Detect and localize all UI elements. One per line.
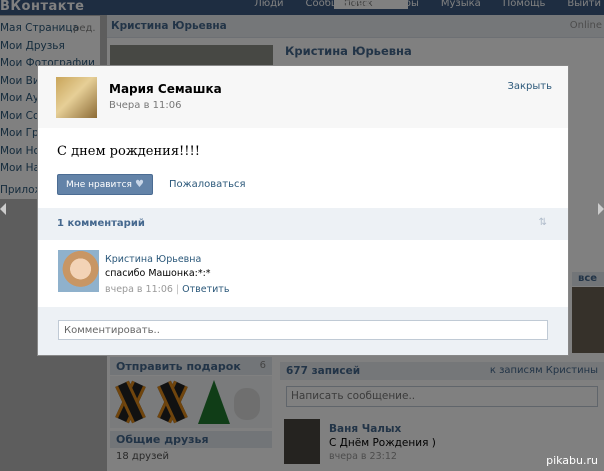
next-arrow-icon[interactable] [598,203,604,215]
author-avatar[interactable] [56,77,97,118]
friends-title[interactable]: Общие друзья [116,433,209,446]
comment-time[interactable]: вчера в 11:06 [105,284,173,295]
like-button[interactable]: Мне нравится ♥ [57,174,153,195]
report-link[interactable]: Пожаловаться [169,179,246,190]
side-photos-header: все [572,272,604,286]
topnav-logout[interactable]: Выйти [564,0,604,9]
comment-meta: вчера в 11:06 | Ответить [105,284,229,295]
wall-message-input[interactable]: Написать сообщение.. [286,386,598,407]
profile-name: Кристина Юрьевна [285,44,412,58]
online-status: Online [569,20,602,31]
comment-author[interactable]: Кристина Юрьевна [105,254,201,265]
comments-count: 1 комментарий [57,218,145,229]
post-modal: Мария Семашка Вчера в 11:06 Закрыть С дн… [38,66,568,355]
heart-icon: ♥ [134,179,144,190]
topnav-people[interactable]: Люди [251,0,286,9]
close-button[interactable]: Закрыть [507,81,552,92]
topnav-music[interactable]: Музыка [438,0,484,9]
leftnav-item-page[interactable]: Мая Страница ред. [0,20,100,38]
separator: | [175,284,180,295]
reply-link[interactable]: Ответить [182,284,229,295]
comment-input[interactable]: Комментировать.. [58,320,548,340]
gift-tree[interactable] [198,380,230,424]
gift-ribbon-2[interactable] [154,380,188,424]
side-photo[interactable] [572,287,604,353]
gift-puppy[interactable] [234,388,260,420]
edit-link[interactable]: ред. [73,20,96,38]
post-time[interactable]: вчера в 23:12 [329,451,397,462]
post-date: Вчера в 11:06 [109,100,182,111]
watermark: pikabu.ru [546,454,598,467]
gifts-header: Отправить подарок 6 [110,357,272,375]
topnav-help[interactable]: Помощь [500,0,549,9]
comment-text: спасибо Машонка:*:* [105,268,211,279]
wall-link[interactable]: к записям Кристины [490,365,598,376]
comments-header: 1 комментарий ⇅ [38,208,568,240]
author-name[interactable]: Мария Семашка [109,82,222,96]
site-logo[interactable]: ВКонтакте [0,0,84,14]
post-author[interactable]: Ваня Чалых [329,423,401,435]
gifts-title[interactable]: Отправить подарок [116,360,241,373]
profile-header: Кристина Юрьевна Online [107,15,604,38]
leftnav-item-friends[interactable]: Мои Друзья [0,38,100,56]
prev-arrow-icon[interactable] [0,203,6,215]
wall-count: 677 записей [286,365,361,377]
post-body: С днем рождения!!!! [57,144,200,159]
gifts-count: 6 [259,360,266,371]
sort-icon[interactable]: ⇅ [539,217,547,228]
gifts-list [110,376,272,428]
comment-avatar[interactable] [58,250,99,292]
friends-header: Общие друзья [110,431,272,448]
top-nav: Люди Сообщества Игры Музыка Помощь Выйти [251,0,604,9]
friends-count: 18 друзей [116,451,170,462]
modal-header: Мария Семашка Вчера в 11:06 Закрыть [38,66,568,128]
gift-ribbon-1[interactable] [112,380,146,424]
like-label: Мне нравится [66,179,132,190]
post-text: С Днём Рождения ) [329,437,436,449]
topnav-communities[interactable]: Сообщества [303,0,373,9]
wall-header: 677 записей к записям Кристины [280,362,604,380]
profile-header-name: Кристина Юрьевна [111,20,227,32]
topnav-games[interactable]: Игры [389,0,422,9]
post-avatar[interactable] [284,419,320,464]
top-bar: ВКонтакте Поиск Люди Сообщества Игры Муз… [0,0,604,15]
